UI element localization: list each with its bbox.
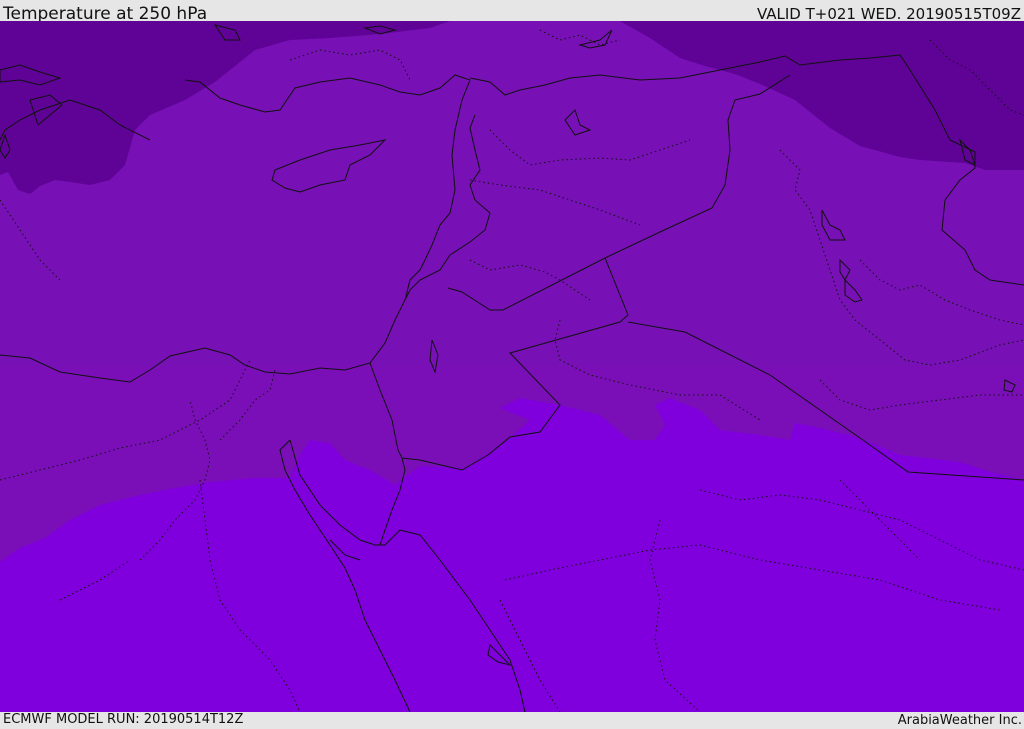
model-run: ECMWF MODEL RUN: 20190514T12Z	[3, 712, 244, 727]
temperature-map	[0, 21, 1024, 712]
footer-bar: ECMWF MODEL RUN: 20190514T12Z ArabiaWeat…	[0, 712, 1024, 729]
header-bar: Temperature at 250 hPa VALID T+021 WED. …	[0, 0, 1024, 24]
credit-label: ArabiaWeather Inc.	[897, 713, 1022, 728]
